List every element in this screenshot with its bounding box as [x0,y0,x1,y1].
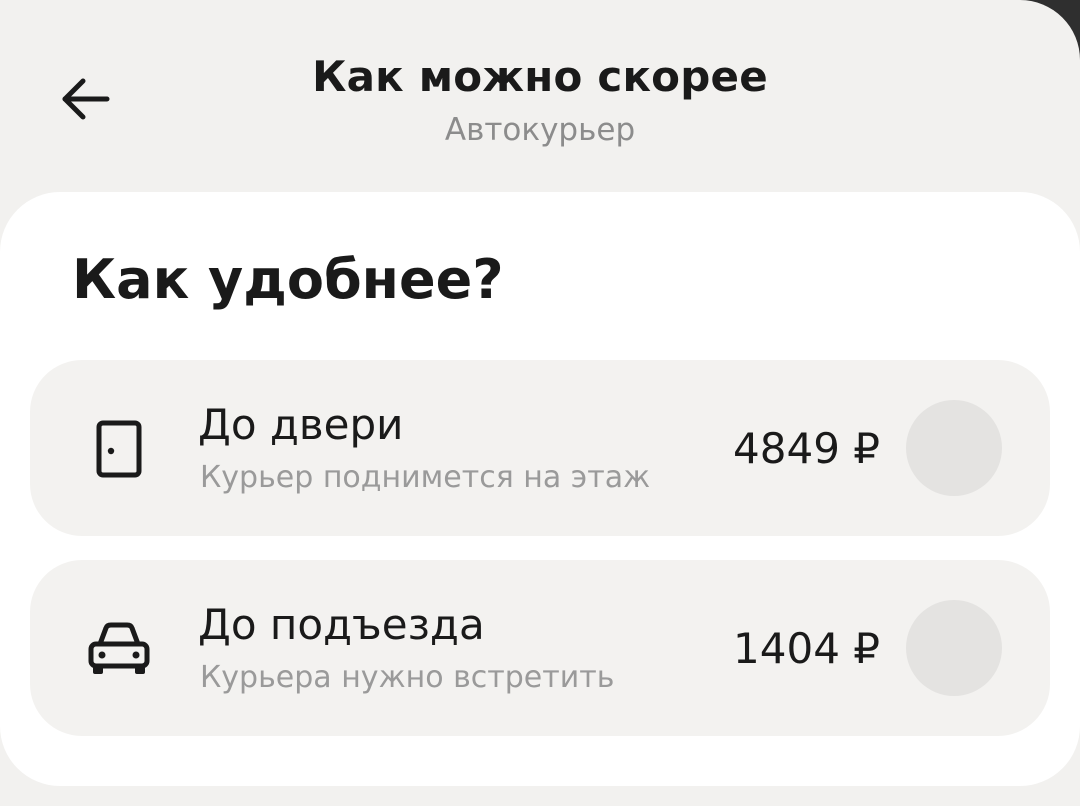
header: Как можно скорее Автокурьер [0,0,1080,190]
door-icon [84,414,154,484]
option-price: 4849 ₽ [733,424,880,473]
option-description: Курьер поднимется на этаж [200,460,651,495]
option-label: До подъезда [198,600,485,649]
bottom-background [0,786,1080,806]
sheet-title: Как удобнее? [72,248,504,311]
option-description: Курьера нужно встретить [200,660,615,695]
option-price: 1404 ₽ [733,624,880,673]
page-title: Как можно скорее [312,52,768,101]
option-to-door[interactable]: До двери Курьер поднимется на этаж 4849 … [30,360,1050,536]
option-label: До двери [198,400,404,449]
radio-button[interactable] [906,400,1002,496]
radio-button[interactable] [906,600,1002,696]
car-icon [84,614,154,684]
app-screen: Как можно скорее Автокурьер Как удобнее?… [0,0,1080,806]
delivery-options-sheet: Как удобнее? До двери Курьер поднимется … [0,192,1080,786]
option-to-entrance[interactable]: До подъезда Курьера нужно встретить 1404… [30,560,1050,736]
page-subtitle: Автокурьер [444,112,636,148]
